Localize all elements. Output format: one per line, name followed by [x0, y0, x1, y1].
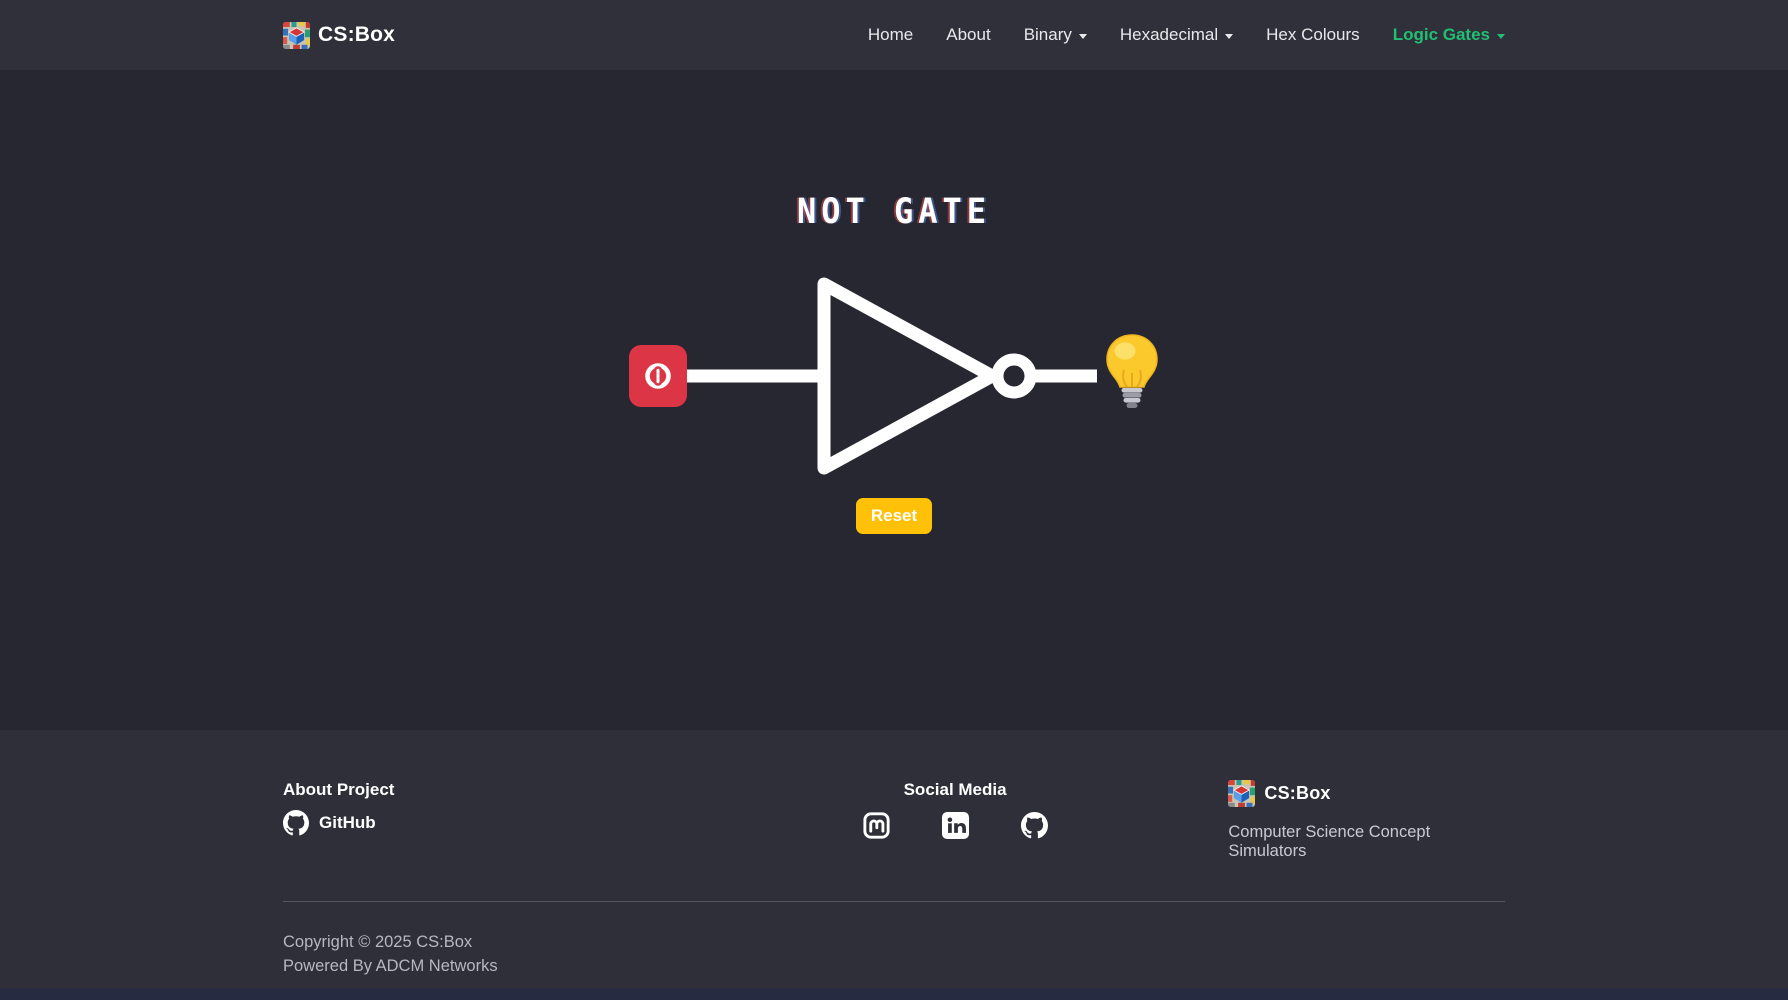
- footer-columns: About Project GitHub Social Media: [283, 780, 1505, 861]
- footer-container: About Project GitHub Social Media: [283, 730, 1505, 978]
- chevron-down-icon: [1079, 34, 1087, 39]
- bottom-bar: [0, 988, 1788, 1000]
- power-off-icon: [640, 358, 676, 394]
- navbar-brand[interactable]: CS:Box: [283, 22, 395, 49]
- navbar-container: CS:Box Home About Binary Hexadecimal Hex…: [283, 22, 1505, 49]
- footer-brand-column: CS:Box Computer Science Concept Simulato…: [1138, 780, 1505, 861]
- footer-tagline: Computer Science Concept Simulators: [1228, 823, 1505, 861]
- footer-social-column: Social Media: [772, 780, 1139, 861]
- nav-menu: Home About Binary Hexadecimal Hex Colour…: [868, 25, 1505, 45]
- footer-brand-label: CS:Box: [1264, 783, 1330, 804]
- nav-item-about[interactable]: About: [946, 25, 990, 45]
- reset-button[interactable]: Reset: [856, 498, 932, 534]
- page-footer: About Project GitHub Social Media: [0, 730, 1788, 988]
- nav-item-about-label: About: [946, 25, 990, 45]
- nav-item-hex-colours-label: Hex Colours: [1266, 25, 1360, 45]
- nav-item-hex-colours[interactable]: Hex Colours: [1266, 25, 1360, 45]
- nav-item-logic-gates-label: Logic Gates: [1393, 25, 1490, 45]
- lightbulb-on-icon: [1105, 334, 1159, 410]
- csbox-logo-icon: [1228, 780, 1255, 807]
- input-toggle-button[interactable]: [629, 345, 687, 407]
- nav-item-home-label: Home: [868, 25, 913, 45]
- chevron-down-icon: [1497, 34, 1505, 39]
- nav-item-logic-gates-dropdown[interactable]: Logic Gates: [1393, 25, 1505, 45]
- github-icon[interactable]: [1021, 812, 1048, 839]
- social-icons-row: [863, 812, 1048, 839]
- chevron-down-icon: [1225, 34, 1233, 39]
- footer-about-column: About Project GitHub: [283, 780, 772, 861]
- csbox-logo-icon: [283, 22, 310, 49]
- linkedin-icon[interactable]: [942, 812, 969, 839]
- simulator-main: NOT GATE Reset: [0, 70, 1788, 730]
- mastodon-icon[interactable]: [863, 812, 890, 839]
- social-media-heading: Social Media: [904, 780, 1007, 800]
- navbar-brand-label: CS:Box: [318, 23, 395, 47]
- nav-item-hexadecimal-label: Hexadecimal: [1120, 25, 1218, 45]
- page-title: NOT GATE: [797, 190, 991, 231]
- nav-item-binary-label: Binary: [1024, 25, 1072, 45]
- copyright-line: Copyright © 2025 CS:Box: [283, 930, 1505, 954]
- footer-divider: [283, 901, 1505, 902]
- nav-item-hexadecimal-dropdown[interactable]: Hexadecimal: [1120, 25, 1233, 45]
- copyright-block: Copyright © 2025 CS:Box Powered By ADCM …: [283, 930, 1505, 978]
- footer-brand[interactable]: CS:Box: [1228, 780, 1505, 807]
- powered-by-line: Powered By ADCM Networks: [283, 954, 1505, 978]
- top-navbar: CS:Box Home About Binary Hexadecimal Hex…: [0, 0, 1788, 70]
- not-gate-figure: [629, 276, 1159, 476]
- github-icon: [283, 810, 309, 836]
- github-link-label: GitHub: [319, 813, 376, 833]
- not-gate-symbol: [687, 276, 1097, 476]
- nav-item-binary-dropdown[interactable]: Binary: [1024, 25, 1087, 45]
- github-link[interactable]: GitHub: [283, 810, 772, 836]
- nav-item-home[interactable]: Home: [868, 25, 913, 45]
- about-project-heading: About Project: [283, 780, 772, 800]
